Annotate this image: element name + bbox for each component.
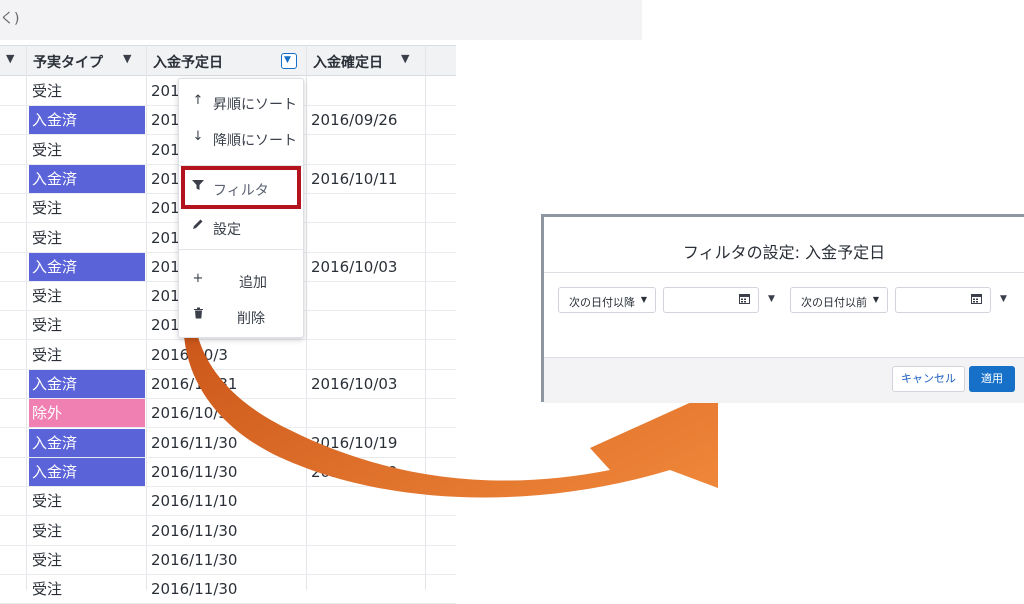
chevron-down-icon[interactable]: ▼ xyxy=(768,294,775,304)
menu-item-label: 削除 xyxy=(237,311,265,327)
menu-item-delete[interactable]: 削除 xyxy=(179,303,303,331)
menu-item-sort-asc[interactable]: ↑ 昇順にソート xyxy=(179,89,303,117)
from-date-input[interactable] xyxy=(663,287,759,313)
arrow-down-icon: ↓ xyxy=(192,129,204,144)
chevron-down-icon[interactable]: ▼ xyxy=(1000,294,1007,304)
to-operator-select[interactable]: 次の日付以前 ▼ xyxy=(790,287,888,313)
dialog-title: フィルタの設定: 入金予定日 xyxy=(682,243,886,262)
menu-item-label: 昇順にソート xyxy=(213,97,297,113)
menu-item-label: 追加 xyxy=(239,275,267,291)
filter-highlight-box xyxy=(181,166,301,209)
apply-button[interactable]: 適用 xyxy=(969,366,1015,392)
cancel-button[interactable]: キャンセル xyxy=(892,366,965,392)
to-operator-label: 次の日付以前 xyxy=(801,296,867,309)
trash-icon xyxy=(191,307,205,323)
dialog-footer: キャンセル 適用 xyxy=(544,357,1024,403)
menu-item-sort-desc[interactable]: ↓ 降順にソート xyxy=(179,125,303,153)
filter-settings-dialog: フィルタの設定: 入金予定日 次の日付以降 ▼ ▼ 次の日付以前 ▼ ▼ キャン… xyxy=(541,214,1024,403)
menu-divider xyxy=(179,249,303,250)
chevron-down-icon: ▼ xyxy=(640,295,647,304)
calendar-icon[interactable] xyxy=(739,293,750,304)
menu-item-add[interactable]: + 追加 xyxy=(179,267,303,295)
chevron-down-icon: ▼ xyxy=(872,295,879,304)
from-operator-select[interactable]: 次の日付以降 ▼ xyxy=(558,287,656,313)
menu-item-settings[interactable]: 設定 xyxy=(179,214,303,242)
menu-item-label: 降順にソート xyxy=(213,133,297,149)
calendar-icon[interactable] xyxy=(971,293,982,304)
arrow-up-icon: ↑ xyxy=(192,93,204,108)
from-operator-label: 次の日付以降 xyxy=(569,296,635,309)
plus-icon: + xyxy=(192,271,204,286)
to-date-input[interactable] xyxy=(895,287,991,313)
menu-item-label: 設定 xyxy=(213,222,241,238)
pencil-icon xyxy=(191,218,205,234)
dialog-divider xyxy=(544,272,1024,273)
